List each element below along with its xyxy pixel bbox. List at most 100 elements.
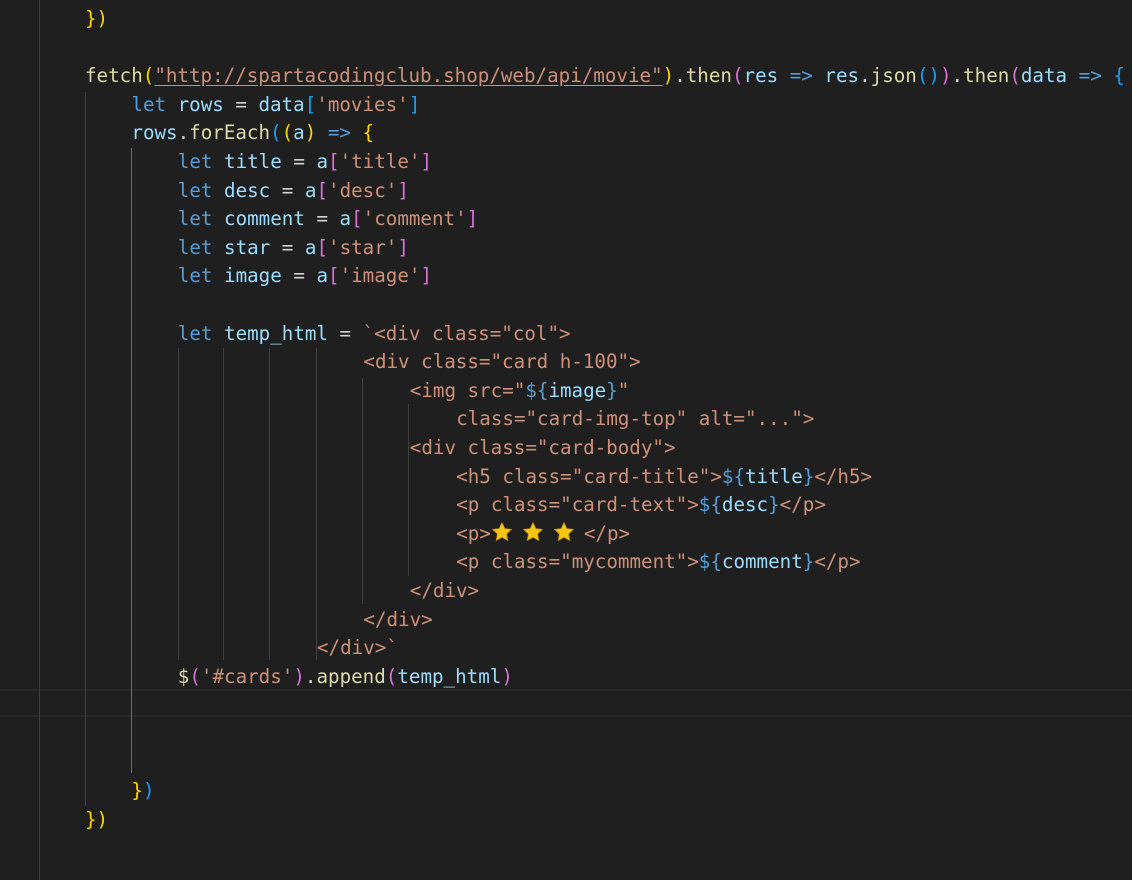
- code-line[interactable]: fetch("http://spartacodingclub.shop/web/…: [85, 62, 1125, 91]
- code-token: ): [939, 64, 952, 88]
- code-token: [: [351, 207, 363, 231]
- code-line[interactable]: }): [85, 806, 108, 835]
- code-token: comment: [224, 207, 305, 231]
- code-token: a: [304, 178, 317, 202]
- code-line[interactable]: class="card-img-top" alt="...">: [456, 405, 814, 434]
- code-token: temp_html: [224, 321, 328, 345]
- code-token: class="card-img-top" alt="...">: [456, 407, 815, 431]
- code-token: let: [177, 150, 213, 173]
- code-line[interactable]: <div class="card h-100">: [363, 348, 640, 377]
- code-line[interactable]: rows.forEach((a) => {: [131, 119, 374, 148]
- code-line[interactable]: <div class="card-body">: [410, 434, 676, 463]
- star-icon: [491, 521, 513, 543]
- code-token: </h5>: [814, 464, 873, 488]
- code-token: <p>: [456, 521, 491, 545]
- code-token: then: [685, 64, 732, 88]
- code-token: image: [224, 264, 282, 288]
- star-icon: [553, 521, 575, 543]
- code-token: =>: [789, 64, 813, 88]
- code-line[interactable]: let title = a['title']: [178, 148, 432, 177]
- code-line[interactable]: let star = a['star']: [178, 234, 409, 263]
- code-token: $: [177, 664, 190, 688]
- code-token: "http://spartacodingclub.shop/web/api/mo…: [154, 64, 663, 88]
- indent-guide: [178, 348, 179, 660]
- code-editor[interactable]: }) fetch("http://spartacodingclub.shop/we…: [0, 0, 1132, 880]
- code-token: rows: [131, 121, 178, 145]
- code-token: [: [328, 264, 340, 288]
- code-token: }: [802, 464, 815, 488]
- code-line[interactable]: </div>`: [317, 634, 398, 663]
- code-token: =: [270, 235, 305, 259]
- code-token: =>: [327, 121, 351, 145]
- code-line[interactable]: </div>: [410, 577, 479, 606]
- code-token: a: [293, 121, 305, 145]
- code-token: ${: [698, 493, 722, 517]
- code-token: [: [304, 92, 317, 116]
- code-token: ]: [466, 207, 479, 231]
- code-token: }: [606, 378, 618, 402]
- code-token: .: [859, 64, 871, 88]
- code-token: <h5 class="card-title">: [456, 464, 722, 488]
- code-line[interactable]: <img src="${image}": [410, 377, 630, 406]
- code-token: title: [224, 150, 282, 173]
- code-token: ${: [721, 464, 745, 488]
- code-token: ${: [525, 378, 549, 402]
- code-token: ): [293, 664, 305, 688]
- code-line[interactable]: <p class="card-text">${desc}</p>: [456, 491, 826, 520]
- code-line[interactable]: $('#cards').append(temp_html): [178, 663, 513, 692]
- code-token: =: [327, 321, 363, 345]
- code-token: }): [85, 7, 109, 30]
- code-token: let: [177, 321, 213, 345]
- code-line[interactable]: let temp_html = `<div class="col">: [178, 320, 571, 349]
- code-token: 'image': [339, 264, 421, 288]
- indent-guide: [85, 92, 86, 806]
- code-line[interactable]: let image = a['image']: [178, 262, 432, 291]
- code-line[interactable]: }): [131, 777, 154, 806]
- code-token: let: [177, 178, 213, 202]
- code-token: then: [963, 64, 1010, 88]
- code-line[interactable]: }): [85, 5, 108, 34]
- code-token: ]: [420, 264, 432, 288]
- code-token: ): [142, 779, 155, 803]
- code-token: }: [802, 550, 815, 574]
- code-token: append: [316, 664, 386, 688]
- code-token: ): [304, 121, 317, 145]
- code-line[interactable]: let comment = a['comment']: [178, 205, 478, 234]
- code-token: </p>: [814, 550, 861, 574]
- code-line[interactable]: let rows = data['movies']: [131, 91, 420, 120]
- code-line[interactable]: <h5 class="card-title">${title}</h5>: [456, 463, 872, 492]
- code-token: 'movies': [316, 92, 409, 116]
- code-token: (: [281, 121, 294, 145]
- code-token: a: [316, 150, 328, 173]
- code-token: data: [1020, 64, 1068, 88]
- code-token: </div>: [363, 607, 433, 631]
- code-token: ${: [698, 550, 722, 574]
- indent-guide: [269, 348, 270, 660]
- code-token: .: [951, 64, 964, 88]
- code-token: forEach: [189, 121, 271, 145]
- code-line[interactable]: </div>: [363, 606, 432, 635]
- code-token: .: [177, 121, 190, 145]
- code-line[interactable]: let desc = a['desc']: [178, 177, 409, 206]
- code-token: ): [662, 64, 675, 88]
- code-token: =: [270, 178, 305, 202]
- code-line[interactable]: <p> </p>: [456, 520, 630, 549]
- indent-guide: [408, 404, 409, 576]
- code-token: ]: [408, 92, 421, 116]
- code-token: a: [316, 264, 328, 288]
- code-token: `<div class="col">: [362, 321, 571, 345]
- code-token: =>: [1078, 64, 1102, 88]
- code-token: <p class="card-text">: [456, 493, 699, 517]
- code-token: let: [131, 92, 167, 116]
- indent-guide: [39, 0, 40, 880]
- code-line[interactable]: <p class="mycomment">${comment}</p>: [456, 548, 860, 577]
- code-token: =: [223, 92, 259, 116]
